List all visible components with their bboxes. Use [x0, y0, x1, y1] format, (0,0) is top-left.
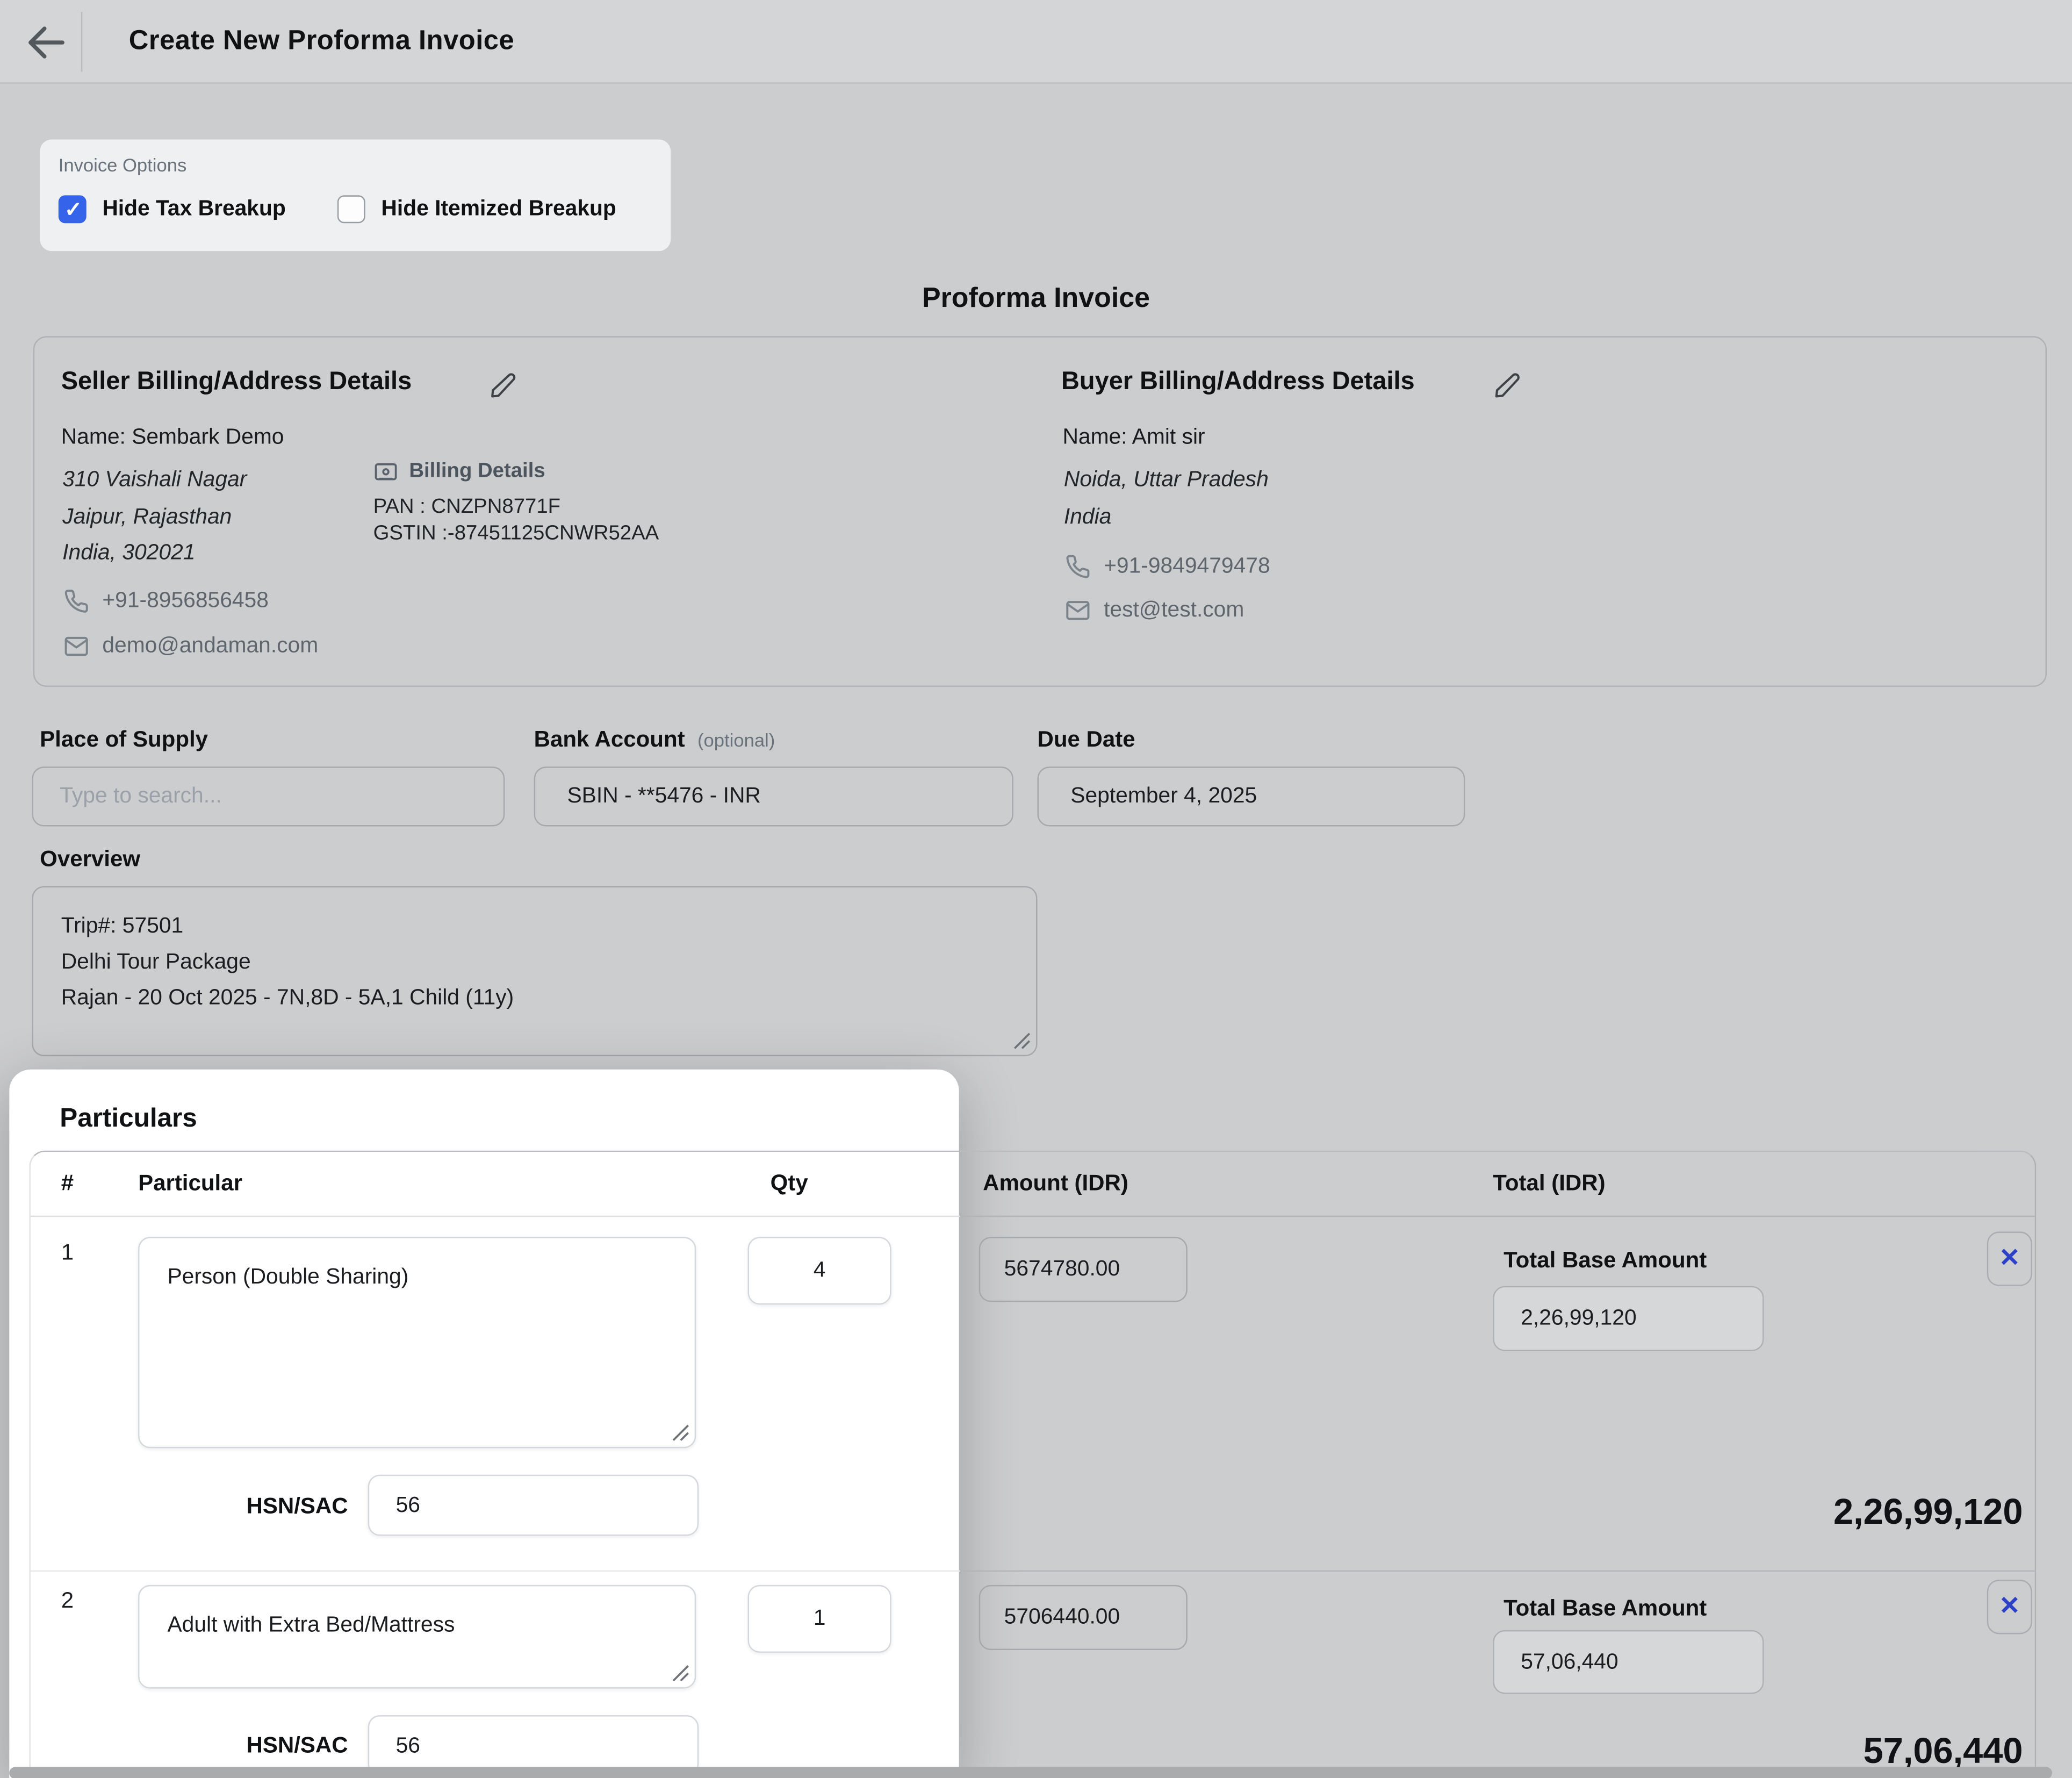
col-header-particular: Particular: [138, 1152, 242, 1216]
seller-email: demo@andaman.com: [102, 634, 318, 659]
seller-phone: +91-8956856458: [102, 589, 269, 614]
total-base-amount-label: Total Base Amount: [1503, 1596, 1707, 1622]
buyer-email-row: test@test.com: [1065, 598, 1244, 623]
hide-itemized-breakup-label: Hide Itemized Breakup: [381, 197, 616, 222]
particular-textarea-wrap: Person (Double Sharing): [138, 1237, 696, 1448]
top-bar: Create New Proforma Invoice: [0, 0, 2072, 84]
billing-details-icon: [373, 462, 399, 482]
buyer-address-line: Noida, Uttar Pradesh: [1064, 468, 1269, 493]
buyer-phone-row: +91-9849479478: [1065, 554, 1270, 579]
seller-address-line: 310 Vaishali Nagar: [62, 468, 247, 493]
qty-input[interactable]: [748, 1585, 891, 1653]
hsn-sac-input[interactable]: [368, 1475, 699, 1536]
hide-tax-breakup-checkbox[interactable]: [59, 195, 87, 223]
qty-input[interactable]: [748, 1237, 891, 1304]
close-icon: ✕: [1999, 1591, 2020, 1622]
document-title: Proforma Invoice: [0, 283, 2072, 314]
particular-textarea[interactable]: Adult with Extra Bed/Mattress: [138, 1585, 696, 1689]
buyer-email: test@test.com: [1104, 598, 1244, 623]
remove-row-button[interactable]: ✕: [1987, 1231, 2032, 1286]
bank-account-label-text: Bank Account: [534, 727, 685, 752]
total-base-amount-input[interactable]: [1493, 1630, 1764, 1694]
back-button[interactable]: [23, 19, 70, 67]
particulars-table: # Particular Qty Amount (IDR) Total (IDR…: [29, 1151, 2036, 1778]
seller-gstin: GSTIN :-87451125CNWR52AA: [373, 522, 659, 546]
buyer-phone: +91-9849479478: [1104, 554, 1270, 579]
billing-details-title: Billing Details: [373, 460, 545, 483]
arrow-left-icon: [23, 19, 70, 67]
bank-account-label: Bank Account (optional): [534, 727, 775, 753]
bank-account-select[interactable]: [534, 766, 1013, 826]
seller-phone-row: +91-8956856458: [64, 589, 269, 614]
col-header-total: Total (IDR): [1493, 1152, 1605, 1216]
seller-name: Name: Sembark Demo: [61, 425, 284, 450]
overview-textarea[interactable]: Trip#: 57501 Delhi Tour Package Rajan - …: [32, 886, 1037, 1056]
billing-details-label: Billing Details: [409, 460, 545, 483]
row-total: 2,26,99,120: [1425, 1489, 2023, 1535]
total-base-amount-label: Total Base Amount: [1503, 1248, 1707, 1274]
mail-icon: [1065, 598, 1090, 623]
col-header-qty: Qty: [771, 1152, 808, 1216]
hide-tax-breakup-option[interactable]: Hide Tax Breakup: [59, 195, 286, 223]
hide-tax-breakup-label: Hide Tax Breakup: [102, 197, 285, 222]
horizontal-scrollbar[interactable]: [9, 1767, 2052, 1778]
row-divider: [31, 1571, 2035, 1572]
seller-address-line: India, 302021: [62, 541, 195, 566]
hsn-sac-label: HSN/SAC: [190, 1493, 348, 1519]
place-of-supply-label: Place of Supply: [40, 727, 208, 753]
seller-pan: PAN : CNZPN8771F: [373, 496, 560, 519]
total-base-amount-input[interactable]: [1493, 1286, 1764, 1351]
col-header-index: #: [61, 1152, 74, 1216]
buyer-name: Name: Amit sir: [1062, 425, 1205, 450]
header-divider: [81, 12, 82, 71]
row-index: 2: [61, 1588, 74, 1614]
col-header-amount: Amount (IDR): [983, 1152, 1128, 1216]
page: Create New Proforma Invoice Invoice Opti…: [0, 0, 2072, 1778]
hsn-sac-label: HSN/SAC: [190, 1732, 348, 1759]
mail-icon: [64, 634, 89, 659]
seller-section-title: Seller Billing/Address Details: [61, 368, 412, 397]
seller-email-row: demo@andaman.com: [64, 634, 319, 659]
hide-itemized-breakup-checkbox[interactable]: [337, 195, 365, 223]
phone-icon: [64, 589, 89, 614]
pencil-icon: [490, 372, 516, 398]
overview-textarea-wrap: Trip#: 57501 Delhi Tour Package Rajan - …: [32, 886, 1037, 1056]
remove-row-button[interactable]: ✕: [1987, 1580, 2032, 1634]
particular-textarea-wrap: Adult with Extra Bed/Mattress: [138, 1585, 696, 1689]
phone-icon: [1065, 554, 1090, 579]
particulars-title: Particulars: [60, 1104, 197, 1135]
hide-itemized-breakup-option[interactable]: Hide Itemized Breakup: [337, 195, 616, 223]
close-icon: ✕: [1999, 1244, 2020, 1274]
buyer-section-title: Buyer Billing/Address Details: [1061, 368, 1415, 397]
invoice-options-title: Invoice Options: [59, 154, 187, 176]
amount-input[interactable]: [979, 1585, 1188, 1650]
buyer-address-line: India: [1064, 505, 1111, 530]
place-of-supply-input[interactable]: [32, 766, 505, 826]
page-title: Create New Proforma Invoice: [129, 25, 514, 57]
particular-textarea[interactable]: Person (Double Sharing): [138, 1237, 696, 1448]
buyer-edit-button[interactable]: [1494, 372, 1521, 398]
seller-edit-button[interactable]: [490, 372, 516, 398]
seller-address-line: Jaipur, Rajasthan: [62, 505, 232, 530]
table-header-divider: [31, 1216, 2035, 1217]
overview-label: Overview: [40, 847, 140, 873]
amount-input[interactable]: [979, 1237, 1188, 1302]
invoice-options-card: Invoice Options Hide Tax Breakup Hide It…: [40, 140, 671, 252]
row-index: 1: [61, 1239, 74, 1266]
pencil-icon: [1494, 372, 1521, 398]
due-date-input[interactable]: [1037, 766, 1465, 826]
billing-address-card: Seller Billing/Address Details Name: Sem…: [33, 336, 2047, 687]
due-date-label: Due Date: [1037, 727, 1135, 753]
bank-account-hint: (optional): [697, 729, 775, 751]
